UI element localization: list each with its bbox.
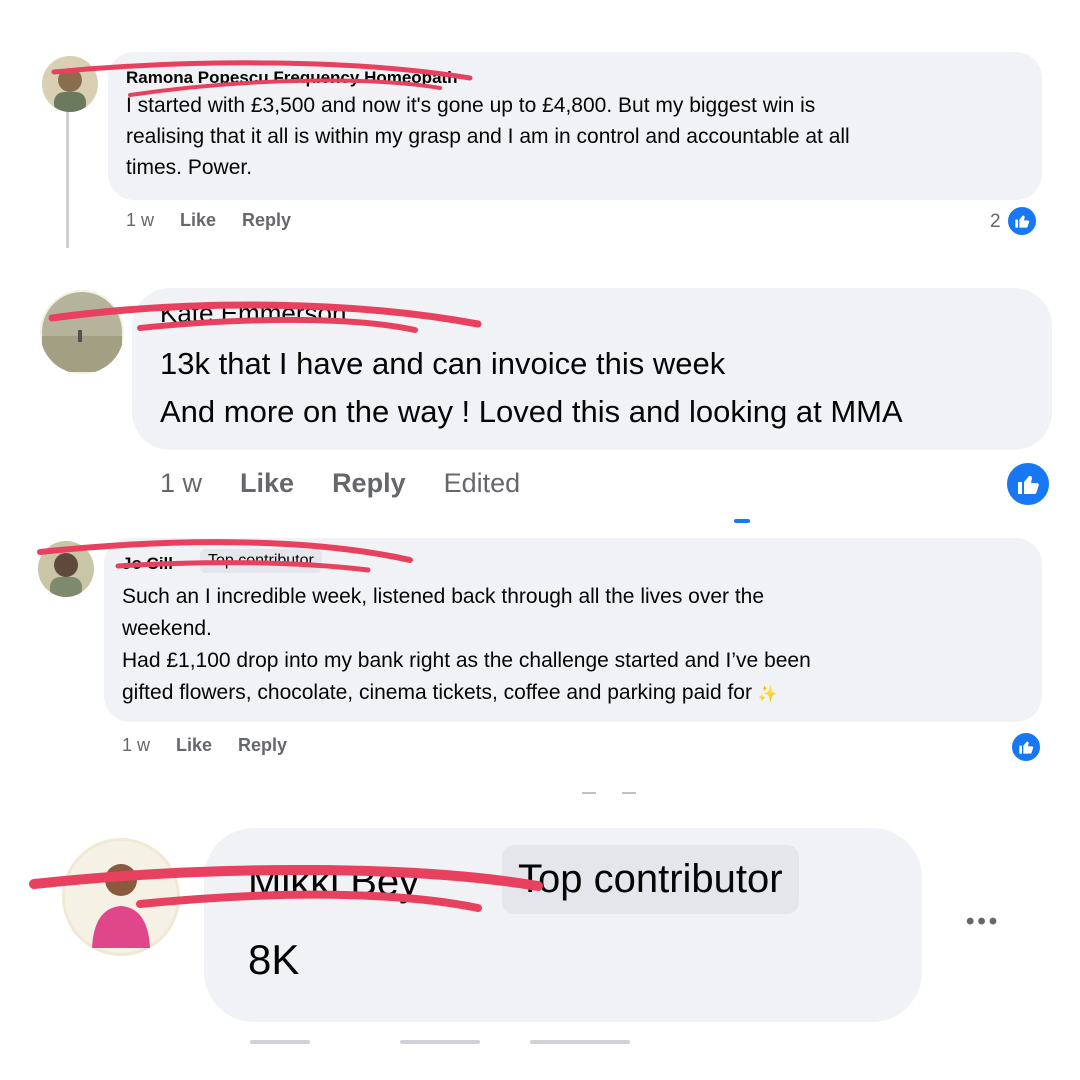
like-button[interactable]: Like — [180, 210, 216, 231]
thumbs-up-icon[interactable] — [1004, 460, 1052, 508]
comment-actions: 1 w Like Reply — [122, 735, 287, 756]
separator-mark — [622, 792, 636, 794]
comment-text: Such an I incredible week, listened back… — [122, 581, 811, 711]
reply-button[interactable]: Reply — [242, 210, 291, 231]
comment-actions: 1 w Like Reply Edited — [160, 468, 520, 499]
more-options-icon[interactable]: ••• — [966, 908, 1000, 936]
top-contributor-badge: Top contributor — [502, 845, 799, 914]
comment-author-name[interactable]: Jo Cill — [122, 554, 173, 574]
sparkles-emoji: ✨ — [757, 686, 778, 703]
comment-text: I started with £3,500 and now it's gone … — [126, 94, 850, 179]
top-contributor-badge: Top contributor — [200, 549, 322, 573]
thread-connector-line — [66, 108, 69, 248]
reaction-count[interactable]: 2 — [990, 211, 1001, 233]
comment-timestamp[interactable]: 1 w — [122, 735, 150, 756]
edited-label: Edited — [443, 468, 521, 498]
avatar-mikki[interactable] — [62, 838, 180, 956]
like-button[interactable]: Like — [240, 468, 294, 499]
reply-button[interactable]: Reply — [238, 735, 287, 756]
comment-actions: 1 w Like Reply — [126, 210, 291, 231]
reply-button[interactable]: Reply — [332, 468, 406, 499]
comment-text-body: Such an I incredible week, listened back… — [122, 585, 811, 704]
thumbs-up-icon[interactable] — [1010, 731, 1042, 763]
thumbs-up-icon[interactable] — [1006, 205, 1038, 237]
comment-author-name[interactable]: Mikki Bey — [248, 860, 419, 905]
comment-author-name[interactable]: Kate Emmerson — [160, 298, 346, 329]
comment-author-name[interactable]: Ramona Popescu Frequency Homeopath — [126, 68, 458, 88]
cropped-actions-row — [250, 1040, 630, 1046]
comment-timestamp[interactable]: 1 w — [126, 210, 154, 231]
comment-timestamp[interactable]: 1 w — [160, 468, 202, 499]
avatar-ramona[interactable] — [42, 56, 98, 112]
separator-mark — [582, 792, 596, 794]
comment-text: 8K — [248, 936, 300, 983]
avatar-kate[interactable] — [40, 290, 124, 374]
like-button[interactable]: Like — [176, 735, 212, 756]
comment-text: 13k that I have and can invoice this wee… — [160, 346, 903, 429]
avatar-jo[interactable] — [38, 541, 94, 597]
divider-fragment — [734, 519, 750, 523]
